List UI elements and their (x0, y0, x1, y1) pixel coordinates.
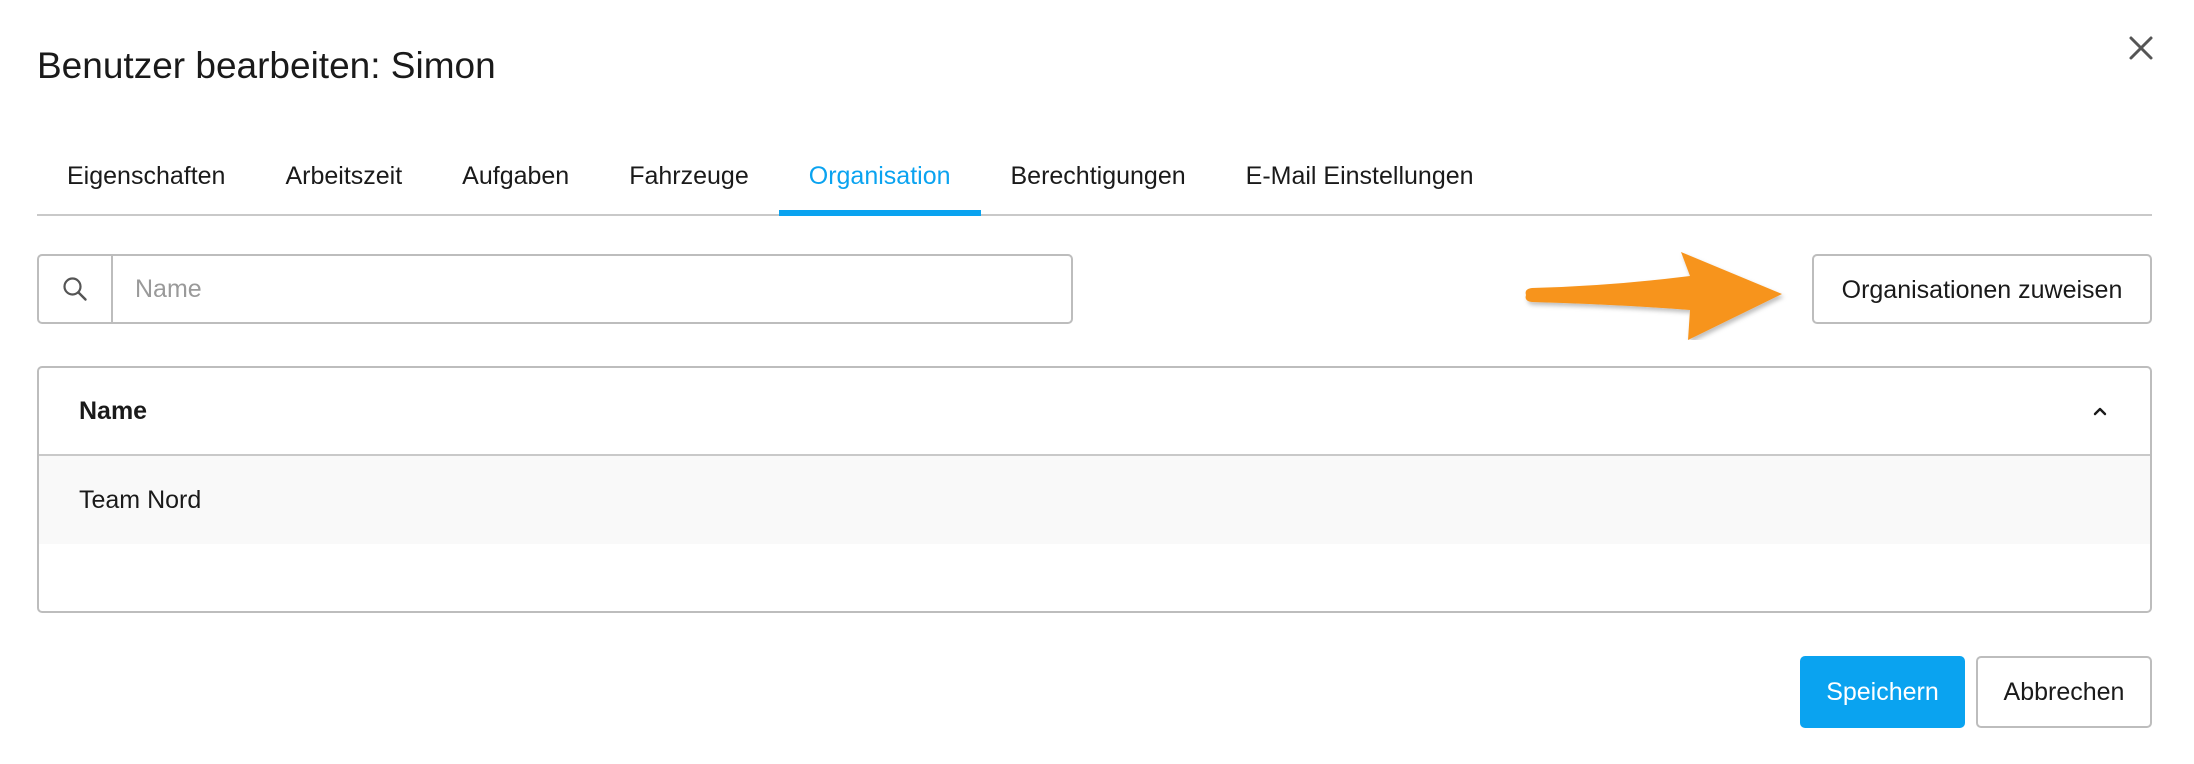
save-button[interactable]: Speichern (1800, 656, 1965, 728)
tab-aufgaben[interactable]: Aufgaben (432, 148, 599, 214)
tab-bar: Eigenschaften Arbeitszeit Aufgaben Fahrz… (37, 148, 2152, 216)
column-header-label: Name (79, 396, 148, 425)
edit-user-dialog: Benutzer bearbeiten: Simon Eigenschaften… (0, 0, 2194, 764)
table-row[interactable]: Team Nord (39, 456, 2150, 544)
dialog-title: Benutzer bearbeiten: Simon (37, 45, 496, 86)
tab-berechtigungen[interactable]: Berechtigungen (981, 148, 1216, 214)
column-header-name[interactable]: Name (39, 368, 2150, 456)
search-field (37, 254, 1073, 324)
tab-email-einstellungen[interactable]: E-Mail Einstellungen (1216, 148, 1504, 214)
close-icon (2129, 36, 2153, 60)
annotation-arrow-icon (1525, 252, 1782, 340)
search-icon (63, 277, 87, 301)
chevron-up-icon (2093, 407, 2107, 416)
search-input[interactable] (113, 256, 1071, 322)
row-name-cell: Team Nord (79, 485, 202, 514)
tab-fahrzeuge[interactable]: Fahrzeuge (599, 148, 779, 214)
close-button[interactable] (2121, 28, 2161, 68)
organization-table: Name Team Nord (37, 366, 2152, 613)
search-icon-box[interactable] (39, 256, 113, 322)
tab-eigenschaften[interactable]: Eigenschaften (37, 148, 255, 214)
tab-organisation[interactable]: Organisation (778, 148, 981, 216)
tab-arbeitszeit[interactable]: Arbeitszeit (255, 148, 432, 214)
cancel-button[interactable]: Abbrechen (1976, 656, 2152, 728)
assign-organizations-button[interactable]: Organisationen zuweisen (1812, 254, 2152, 324)
